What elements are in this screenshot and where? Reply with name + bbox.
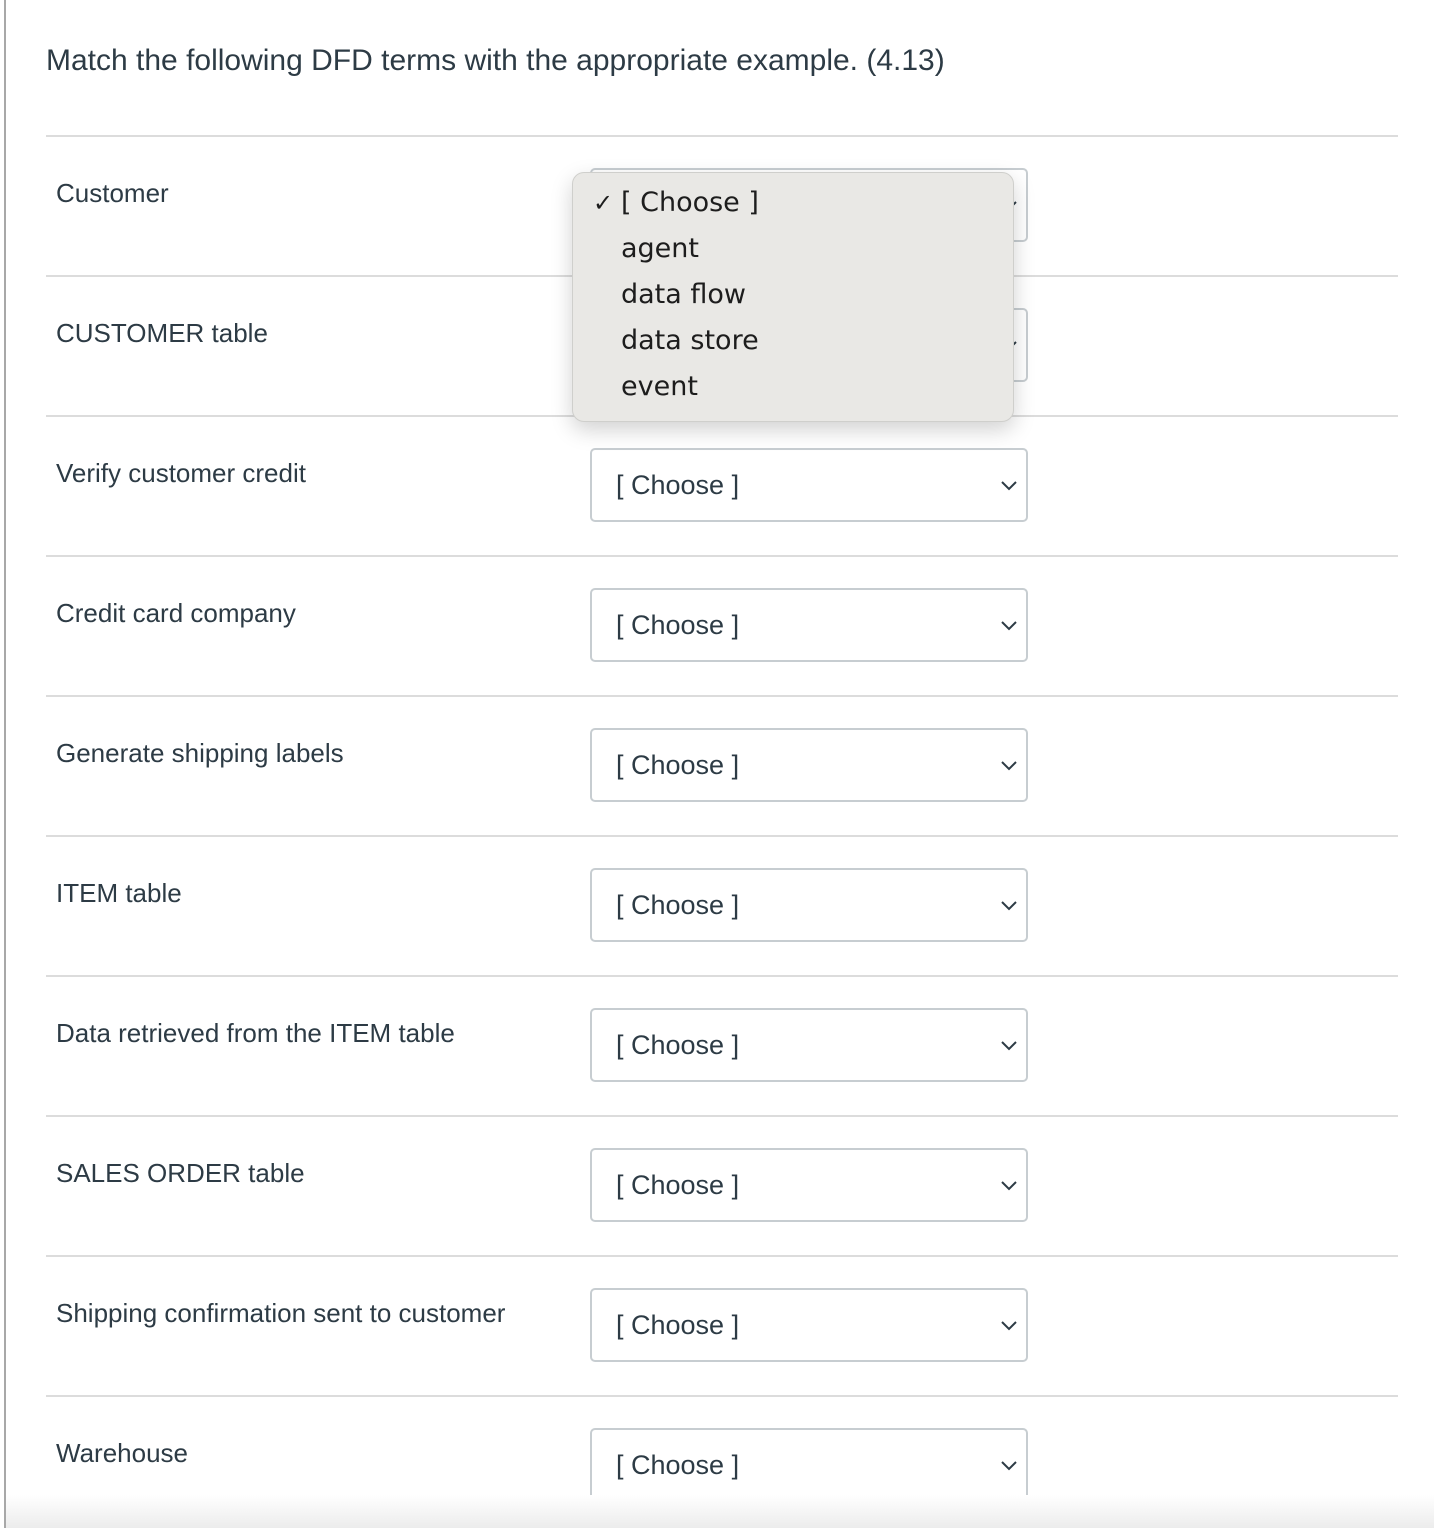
dropdown-option[interactable]: data store (573, 323, 1013, 369)
chevron-down-icon (1000, 758, 1018, 772)
answer-select[interactable]: [ Choose ] (590, 1148, 1028, 1222)
chevron-down-icon (1000, 478, 1018, 492)
question-text: Match the following DFD terms with the a… (46, 44, 945, 77)
select-value: [ Choose ] (616, 750, 740, 780)
select-value: [ Choose ] (616, 1450, 740, 1480)
dropdown-option[interactable]: agent (573, 231, 1013, 277)
chevron-down-icon (1000, 1458, 1018, 1472)
term-label: Credit card company (56, 598, 296, 628)
chevron-down-icon (1000, 898, 1018, 912)
match-row: Verify customer credit [ Choose ] (46, 415, 1398, 555)
term-label: ITEM table (56, 878, 182, 908)
term-label: Generate shipping labels (56, 738, 344, 768)
term-label: CUSTOMER table (56, 318, 268, 348)
chevron-down-icon (1000, 1178, 1018, 1192)
term-label: SALES ORDER table (56, 1158, 305, 1188)
select-value: [ Choose ] (616, 470, 740, 500)
term-label: Data retrieved from the ITEM table (56, 1018, 455, 1048)
match-row: Generate shipping labels [ Choose ] (46, 695, 1398, 835)
answer-select[interactable]: [ Choose ] (590, 448, 1028, 522)
select-value: [ Choose ] (616, 610, 740, 640)
term-label: Verify customer credit (56, 458, 306, 488)
match-row: ITEM table [ Choose ] (46, 835, 1398, 975)
checkmark-icon: ✓ (593, 189, 614, 217)
page-left-border (4, 0, 6, 1528)
match-row: Shipping confirmation sent to customer [… (46, 1255, 1398, 1395)
match-row: SALES ORDER table [ Choose ] (46, 1115, 1398, 1255)
answer-select[interactable]: [ Choose ] (590, 1428, 1028, 1502)
select-value: [ Choose ] (616, 890, 740, 920)
term-label: Warehouse (56, 1438, 188, 1468)
chevron-down-icon (1000, 1038, 1018, 1052)
answer-select[interactable]: [ Choose ] (590, 1008, 1028, 1082)
dropdown-option[interactable]: event (573, 369, 1013, 415)
answer-select[interactable]: [ Choose ] (590, 1288, 1028, 1362)
select-value: [ Choose ] (616, 1310, 740, 1340)
match-row: Credit card company [ Choose ] (46, 555, 1398, 695)
term-label: Shipping confirmation sent to customer (56, 1298, 506, 1328)
answer-select[interactable]: [ Choose ] (590, 728, 1028, 802)
select-value: [ Choose ] (616, 1030, 740, 1060)
answer-select[interactable]: [ Choose ] (590, 868, 1028, 942)
select-dropdown-menu: ✓ [ Choose ] agent data flow data store … (572, 172, 1014, 422)
chevron-down-icon (1000, 1318, 1018, 1332)
term-label: Customer (56, 178, 169, 208)
dropdown-option[interactable]: data flow (573, 277, 1013, 323)
bottom-shadow (6, 1495, 1434, 1528)
match-row: Data retrieved from the ITEM table [ Cho… (46, 975, 1398, 1115)
select-value: [ Choose ] (616, 1170, 740, 1200)
dropdown-option[interactable]: ✓ [ Choose ] (573, 185, 1013, 231)
answer-select[interactable]: [ Choose ] (590, 588, 1028, 662)
chevron-down-icon (1000, 618, 1018, 632)
